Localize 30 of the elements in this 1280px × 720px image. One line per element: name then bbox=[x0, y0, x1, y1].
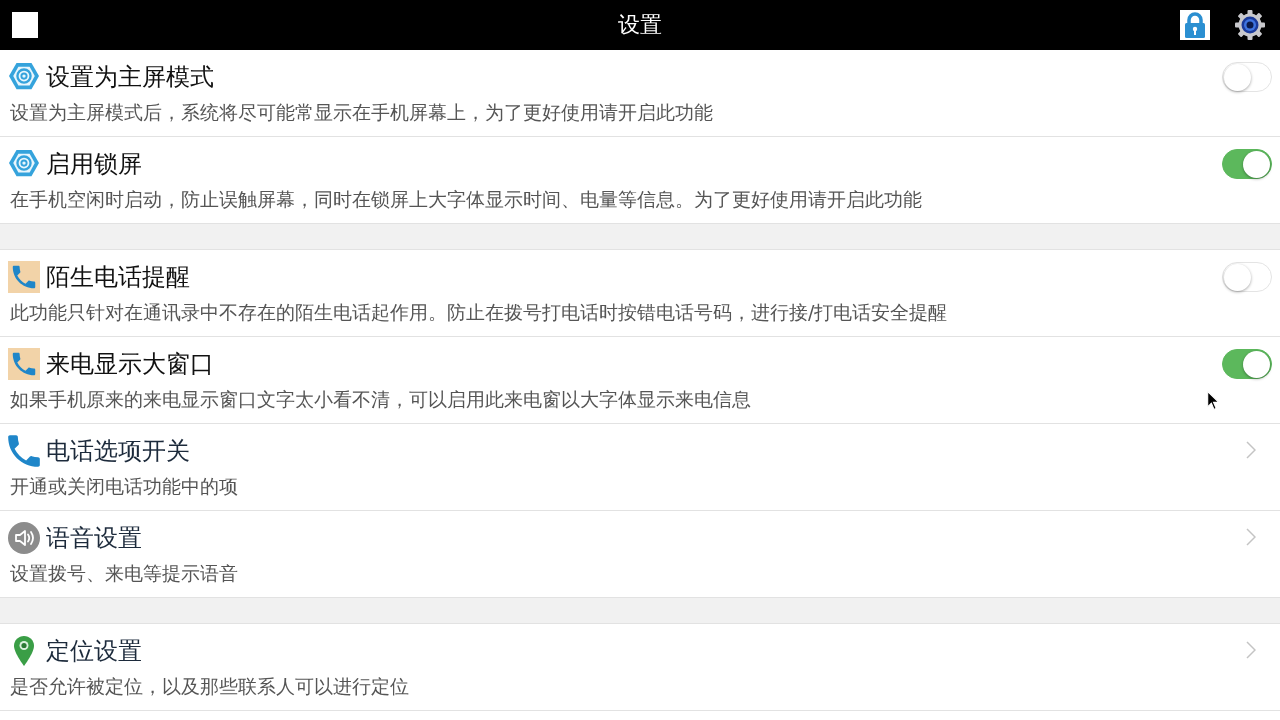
map-pin-icon bbox=[13, 636, 35, 666]
setting-description: 设置拨号、来电等提示语音 bbox=[10, 562, 238, 584]
setting-title: 启用锁屏 bbox=[46, 149, 142, 180]
phone-icon bbox=[8, 348, 40, 380]
chevron-right-icon bbox=[1246, 528, 1256, 546]
setting-description: 设置为主屏模式后，系统将尽可能常显示在手机屏幕上，为了更好使用请开启此功能 bbox=[10, 101, 713, 123]
setting-title: 设置为主屏模式 bbox=[46, 62, 214, 93]
hexagon-gear-icon bbox=[8, 149, 40, 179]
phone-icon bbox=[8, 261, 40, 293]
chevron-right-icon bbox=[1246, 641, 1256, 659]
padlock-icon[interactable] bbox=[1180, 10, 1210, 40]
setting-title: 语音设置 bbox=[46, 523, 142, 554]
hexagon-gear-icon bbox=[8, 62, 40, 92]
chevron-right-icon bbox=[1246, 441, 1256, 459]
phone-icon bbox=[8, 435, 40, 467]
setting-description: 开通或关闭电话功能中的项 bbox=[10, 475, 238, 497]
speaker-icon bbox=[8, 522, 40, 554]
toggle-switch[interactable] bbox=[1222, 349, 1272, 379]
setting-title: 来电显示大窗口 bbox=[46, 349, 214, 380]
mouse-pointer-icon bbox=[1207, 391, 1220, 411]
setting-description: 如果手机原来的来电显示窗口文字太小看不清，可以启用此来电窗以大字体显示来电信息 bbox=[10, 388, 751, 410]
setting-title: 电话选项开关 bbox=[46, 436, 190, 467]
toggle-switch[interactable] bbox=[1222, 149, 1272, 179]
setting-title: 定位设置 bbox=[46, 636, 142, 667]
setting-title: 陌生电话提醒 bbox=[46, 262, 190, 293]
settings-icon[interactable] bbox=[1235, 10, 1265, 40]
setting-description: 此功能只针对在通讯录中不存在的陌生电话起作用。防止在拨号打电话时按错电话号码，进行接/打电话安全提醒 bbox=[10, 301, 948, 323]
setting-description: 在手机空闲时启动，防止误触屏幕，同时在锁屏上大字体显示时间、电量等信息。为了更好使用请开启此功能 bbox=[10, 188, 922, 210]
window-title: 设置 bbox=[618, 11, 662, 39]
setting-description: 是否允许被定位，以及那些联系人可以进行定位 bbox=[10, 675, 409, 697]
